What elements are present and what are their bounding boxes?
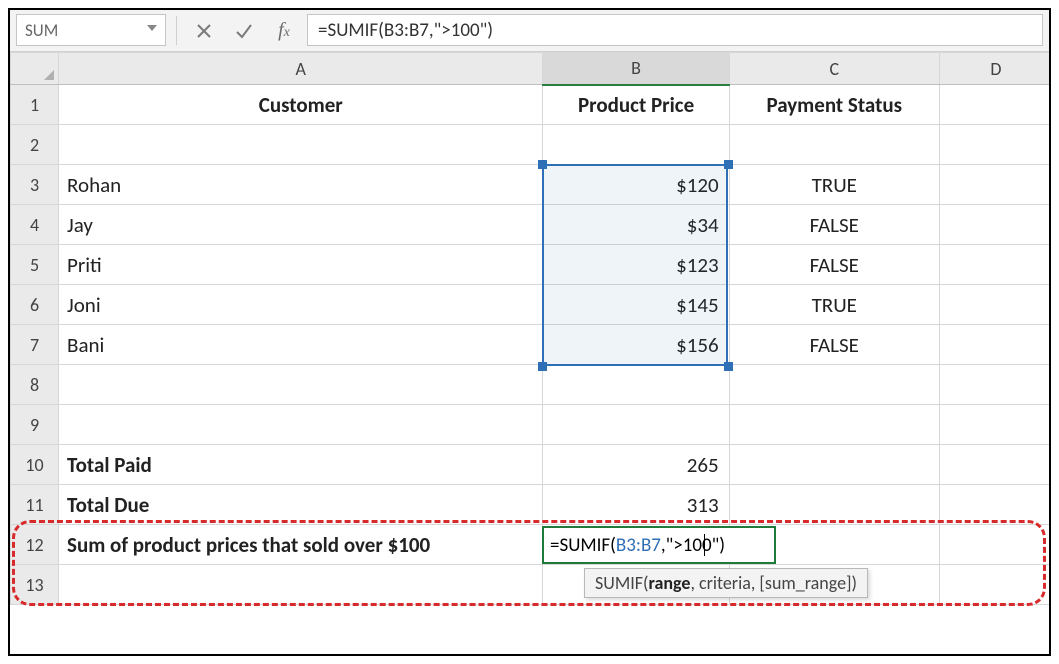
cell[interactable]: [939, 165, 1051, 205]
row-header[interactable]: 5: [11, 245, 59, 285]
formula-prefix: =SUMIF(: [550, 534, 616, 557]
cell[interactable]: Joni: [59, 285, 543, 325]
cell[interactable]: [59, 365, 543, 405]
cell[interactable]: [939, 485, 1051, 525]
tooltip-fn: SUMIF: [595, 572, 643, 594]
cell[interactable]: [543, 125, 729, 165]
col-header-D[interactable]: D: [939, 53, 1051, 85]
cell[interactable]: [939, 285, 1051, 325]
cell[interactable]: TRUE: [729, 165, 939, 205]
active-cell-editor[interactable]: =SUMIF(B3:B7,">100"): [542, 526, 776, 564]
cell[interactable]: [939, 525, 1051, 565]
select-all-corner[interactable]: [11, 53, 59, 85]
cell[interactable]: [729, 485, 939, 525]
formula-text: =SUMIF(B3:B7,">100"): [318, 19, 493, 42]
cell[interactable]: [939, 365, 1051, 405]
cell[interactable]: [939, 205, 1051, 245]
col-header-C[interactable]: C: [729, 53, 939, 85]
cell[interactable]: [939, 245, 1051, 285]
app-window: SUM fx =SUMIF(B3:B7,">100"): [8, 8, 1051, 656]
cell[interactable]: Jay: [59, 205, 543, 245]
row-header[interactable]: 3: [11, 165, 59, 205]
cancel-formula-button[interactable]: [187, 14, 221, 47]
text-caret-icon: [704, 534, 705, 556]
cell[interactable]: Payment Status: [729, 85, 939, 125]
row-header[interactable]: 6: [11, 285, 59, 325]
cell[interactable]: [939, 405, 1051, 445]
cell[interactable]: [59, 125, 543, 165]
cell[interactable]: [729, 125, 939, 165]
cell[interactable]: Product Price: [543, 85, 729, 125]
cell[interactable]: Bani: [59, 325, 543, 365]
formula-input[interactable]: =SUMIF(B3:B7,">100"): [307, 14, 1043, 46]
accept-formula-button[interactable]: [227, 14, 261, 47]
cell[interactable]: $34: [543, 205, 729, 245]
row-header[interactable]: 7: [11, 325, 59, 365]
cell[interactable]: [729, 445, 939, 485]
cell[interactable]: [939, 125, 1051, 165]
cell[interactable]: [729, 365, 939, 405]
cell[interactable]: Total Due: [59, 485, 543, 525]
row-header[interactable]: 12: [11, 525, 59, 565]
col-header-A[interactable]: A: [59, 53, 543, 85]
cell[interactable]: TRUE: [729, 285, 939, 325]
cell[interactable]: Total Paid: [59, 445, 543, 485]
cell[interactable]: Sum of product prices that sold over $10…: [59, 525, 543, 565]
worksheet[interactable]: A B C D 1 Customer Product Price Payment…: [10, 52, 1049, 605]
formula-suffix: ,">100"): [661, 534, 725, 557]
cell[interactable]: FALSE: [729, 325, 939, 365]
row-header[interactable]: 11: [11, 485, 59, 525]
row-header[interactable]: 1: [11, 85, 59, 125]
cell[interactable]: FALSE: [729, 245, 939, 285]
chevron-down-icon[interactable]: [147, 25, 157, 35]
cell[interactable]: $120: [543, 165, 729, 205]
cell[interactable]: [59, 565, 543, 605]
cell[interactable]: [543, 365, 729, 405]
divider: [176, 16, 177, 45]
cell[interactable]: [939, 325, 1051, 365]
tooltip-arg-current: range: [648, 572, 690, 594]
row-header[interactable]: 9: [11, 405, 59, 445]
insert-function-button[interactable]: fx: [267, 14, 301, 47]
col-header-B[interactable]: B: [543, 53, 729, 85]
tooltip-args-rest: , criteria, [sum_range]): [690, 572, 857, 594]
formula-bar: SUM fx =SUMIF(B3:B7,">100"): [10, 10, 1049, 52]
grid: A B C D 1 Customer Product Price Payment…: [10, 52, 1051, 605]
check-icon: [235, 22, 253, 40]
close-icon: [196, 23, 212, 39]
row-header[interactable]: 13: [11, 565, 59, 605]
row-header[interactable]: 8: [11, 365, 59, 405]
row-header[interactable]: 2: [11, 125, 59, 165]
name-box[interactable]: SUM: [16, 14, 166, 46]
fx-icon: fx: [278, 19, 290, 42]
cell[interactable]: [939, 445, 1051, 485]
cell[interactable]: $156: [543, 325, 729, 365]
cell[interactable]: 313: [543, 485, 729, 525]
name-box-value: SUM: [25, 20, 58, 41]
cell[interactable]: $123: [543, 245, 729, 285]
formula-range-ref: B3:B7: [616, 534, 661, 557]
cell[interactable]: FALSE: [729, 205, 939, 245]
cell[interactable]: [939, 85, 1051, 125]
cell[interactable]: Rohan: [59, 165, 543, 205]
row-header[interactable]: 10: [11, 445, 59, 485]
function-tooltip: SUMIF(range, criteria, [sum_range]): [584, 568, 868, 598]
cell[interactable]: [939, 565, 1051, 605]
cell[interactable]: Customer: [59, 85, 543, 125]
cell[interactable]: [729, 405, 939, 445]
cell[interactable]: Priti: [59, 245, 543, 285]
cell[interactable]: [59, 405, 543, 445]
cell[interactable]: 265: [543, 445, 729, 485]
cell[interactable]: [543, 405, 729, 445]
row-header[interactable]: 4: [11, 205, 59, 245]
cell[interactable]: $145: [543, 285, 729, 325]
